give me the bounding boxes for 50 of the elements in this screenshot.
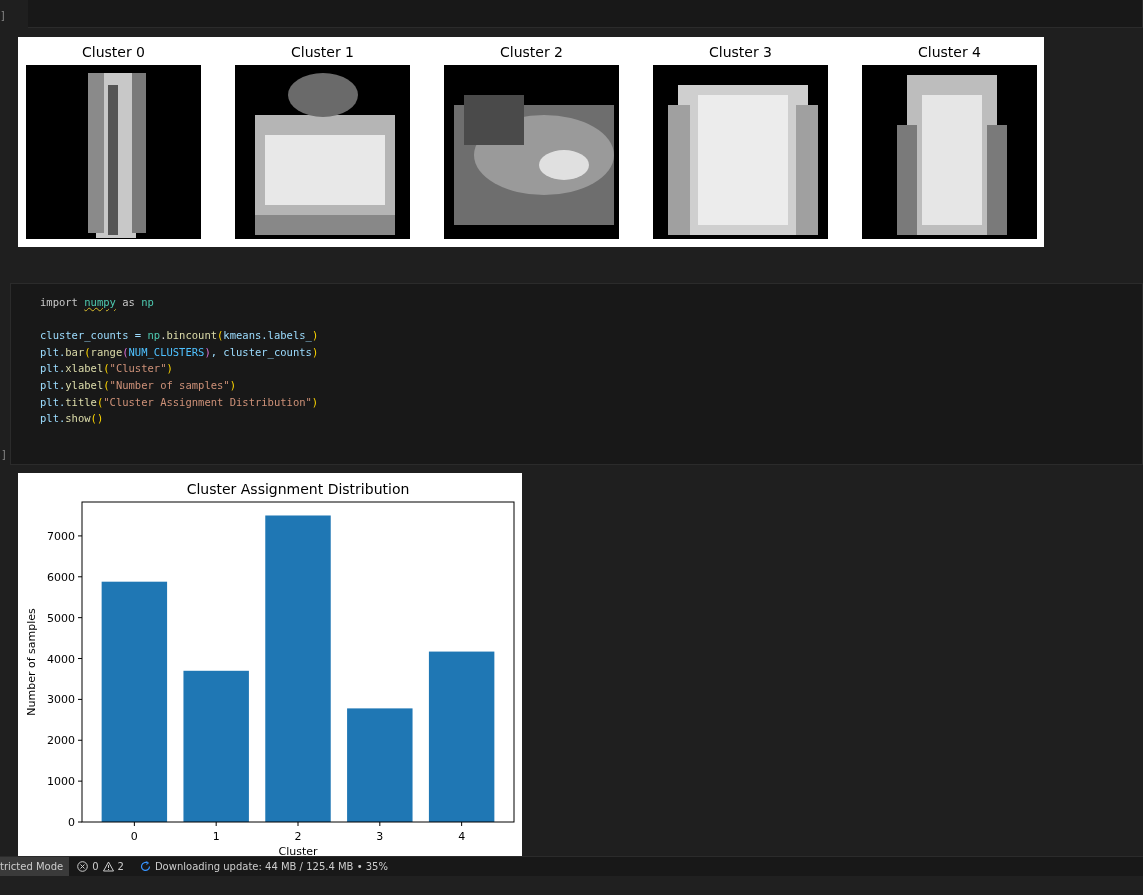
cluster-title: Cluster 3 [708, 43, 773, 62]
y-tick [77, 739, 83, 741]
y-tick-label: 0 [68, 816, 75, 829]
y-tick [77, 821, 83, 823]
x-tick-label: 2 [294, 830, 302, 843]
code-line: plt.xlabel("Cluster") [40, 361, 173, 377]
x-tick-label: 0 [130, 830, 138, 843]
y-tick-label: 3000 [47, 693, 75, 707]
code-line: cluster_counts = np.bincount(kmeans.labels_) [40, 328, 319, 344]
chart-title: Cluster Assignment Distribution [186, 481, 410, 497]
cluster-title: Cluster 4 [917, 43, 982, 62]
x-tick-label: 3 [376, 830, 384, 843]
x-tick [215, 821, 217, 827]
y-tick [77, 576, 83, 578]
y-tick-label: 7000 [47, 529, 75, 543]
y-tick-label: 6000 [47, 570, 75, 584]
update-progress[interactable]: Downloading update: 44 MB / 125.4 MB • 35% [139, 861, 388, 872]
y-tick-label: 1000 [47, 775, 75, 789]
error-count[interactable]: 0 [92, 861, 99, 872]
x-tick-label: 1 [212, 830, 220, 843]
cluster-title: Cluster 1 [290, 43, 355, 62]
warning-count[interactable]: 2 [117, 861, 124, 872]
code-line: import numpy as np [40, 295, 154, 310]
sync-icon [139, 861, 151, 872]
x-axis-label: Cluster [278, 845, 318, 856]
x-tick [379, 821, 381, 827]
x-tick [461, 821, 463, 827]
cluster-title: Cluster 2 [499, 43, 564, 62]
y-tick [77, 780, 83, 782]
restricted-mode-indicator[interactable]: tricted Mode [0, 857, 70, 876]
y-axis-label: Number of samples [25, 608, 38, 716]
x-tick-label: 4 [458, 830, 466, 843]
execution-count: ] [1, 449, 8, 460]
y-tick-label: 5000 [47, 611, 75, 625]
cluster-title: Cluster 0 [81, 43, 146, 62]
code-line: plt.title("Cluster Assignment Distribution") [40, 394, 319, 410]
code-line: plt.bar(range(NUM_CLUSTERS), cluster_counts) [40, 344, 319, 361]
y-tick [77, 535, 83, 537]
code-line: plt.show() [40, 411, 104, 427]
y-tick-label: 2000 [47, 734, 75, 748]
y-tick-label: 4000 [47, 652, 75, 666]
y-tick [77, 617, 83, 619]
y-tick [77, 698, 83, 700]
code-line: plt.ylabel("Number of samples") [40, 377, 236, 393]
x-tick [297, 821, 299, 827]
execution-count: ] [0, 10, 7, 21]
error-icon [77, 861, 89, 872]
warning-icon [102, 861, 114, 872]
x-tick [133, 821, 135, 827]
y-tick [77, 658, 83, 660]
